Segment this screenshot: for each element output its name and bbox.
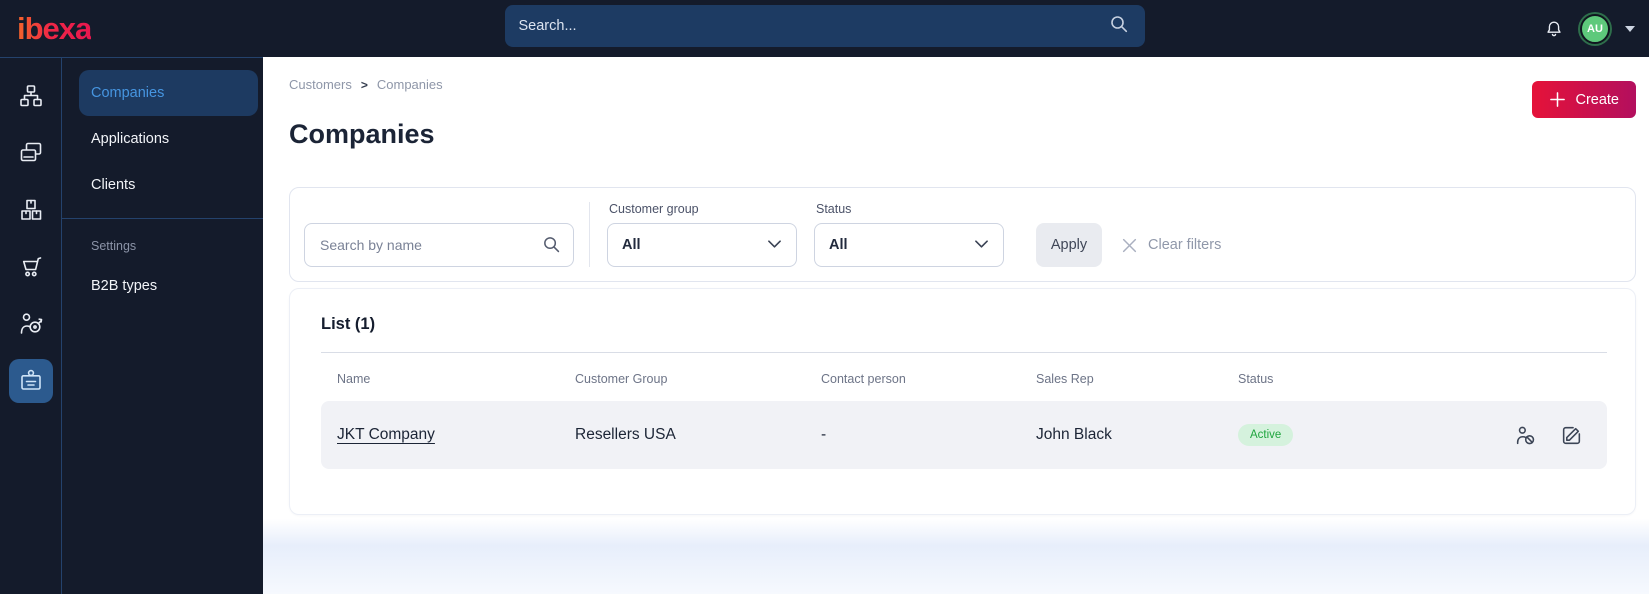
caret-down-icon[interactable] [1625,25,1635,32]
column-customer-group: Customer Group [575,372,668,386]
sidebar-item-applications[interactable]: Applications [79,116,258,162]
page-head: Customers > Companies Companies Create [289,77,1636,150]
customer-group-value: All [622,237,641,253]
shell: Companies Applications Clients Settings … [0,57,1649,594]
breadcrumb-customers[interactable]: Customers [289,77,352,92]
list-divider [321,352,1607,353]
topbar-right-cluster: AU [1543,13,1635,44]
breadcrumb-separator: > [360,77,368,92]
create-button-label: Create [1575,91,1619,108]
column-sales-rep: Sales Rep [1036,372,1094,386]
close-icon [1121,237,1138,254]
breadcrumb-companies: Companies [376,77,443,92]
table-row: JKT Company Resellers USA - John Black A… [321,401,1607,469]
global-search-input[interactable] [504,5,1109,47]
row-actions [1514,424,1591,447]
top-bar: ibexa AU [0,0,1649,57]
create-button[interactable]: Create [1532,81,1636,118]
ibexa-logo: ibexa [17,11,92,46]
search-by-name-input[interactable] [304,223,574,267]
edit-icon[interactable] [1560,424,1583,447]
icon-rail [0,57,62,594]
status-value: All [829,237,848,253]
subnav-divider [62,218,263,219]
cell-contact-person: - [821,426,827,443]
pages-icon[interactable] [9,131,53,175]
sidebar-item-b2b-types[interactable]: B2B types [79,263,258,309]
name-search [304,223,574,267]
sidebar-item-label: Clients [91,177,136,193]
customer-group-select[interactable]: All [607,223,797,267]
sub-navigation: Companies Applications Clients Settings … [62,57,263,594]
breadcrumb: Customers > Companies [289,77,443,92]
cell-sales-rep: John Black [1036,426,1112,443]
filter-card: Customer group All Status All [289,187,1636,282]
global-search [504,5,1145,47]
chevron-down-icon [767,236,782,254]
bell-icon[interactable] [1543,18,1565,40]
sidebar-item-label: Companies [91,85,165,101]
content-tree-icon[interactable] [9,74,53,118]
status-select[interactable]: All [814,223,1004,267]
customer-group-filter: Customer group All [607,202,797,267]
list-card: List (1) Name Customer Group Contact per… [289,288,1636,515]
company-name-link[interactable]: JKT Company [337,426,435,443]
sidebar-item-label: Applications [91,131,170,147]
products-icon[interactable] [9,188,53,232]
column-name: Name [337,372,371,386]
deactivate-user-icon[interactable] [1514,424,1537,447]
status-badge: Active [1238,424,1294,446]
sidebar-item-clients[interactable]: Clients [79,162,258,208]
cell-customer-group: Resellers USA [575,426,676,443]
search-icon[interactable] [1109,14,1129,39]
sidebar-item-label: B2B types [91,278,158,294]
column-contact-person: Contact person [821,372,906,386]
status-label: Status [816,202,852,216]
page-title: Companies [289,119,435,149]
personalization-icon[interactable] [9,302,53,346]
column-status: Status [1238,372,1274,386]
status-filter: Status All [814,202,1004,267]
apply-button[interactable]: Apply [1036,223,1102,267]
customers-badge-icon[interactable] [8,359,53,403]
settings-section-label: Settings [91,239,137,253]
chevron-down-icon [974,236,989,254]
list-heading: List (1) [321,315,376,333]
search-icon [542,235,561,259]
main-content: Customers > Companies Companies Create S… [263,57,1649,594]
cart-icon[interactable] [9,245,53,289]
avatar[interactable]: AU [1580,13,1610,44]
clear-filters-label: Clear filters [1148,237,1222,253]
filter-divider [589,202,590,267]
app-window: ibexa AU [0,0,1649,594]
sidebar-item-companies[interactable]: Companies [79,70,258,116]
clear-filters-button[interactable]: Clear filters [1121,223,1221,267]
plus-icon [1549,91,1566,108]
table-header: Name Customer Group Contact person Sales… [321,372,1607,386]
customer-group-label: Customer group [609,202,699,216]
